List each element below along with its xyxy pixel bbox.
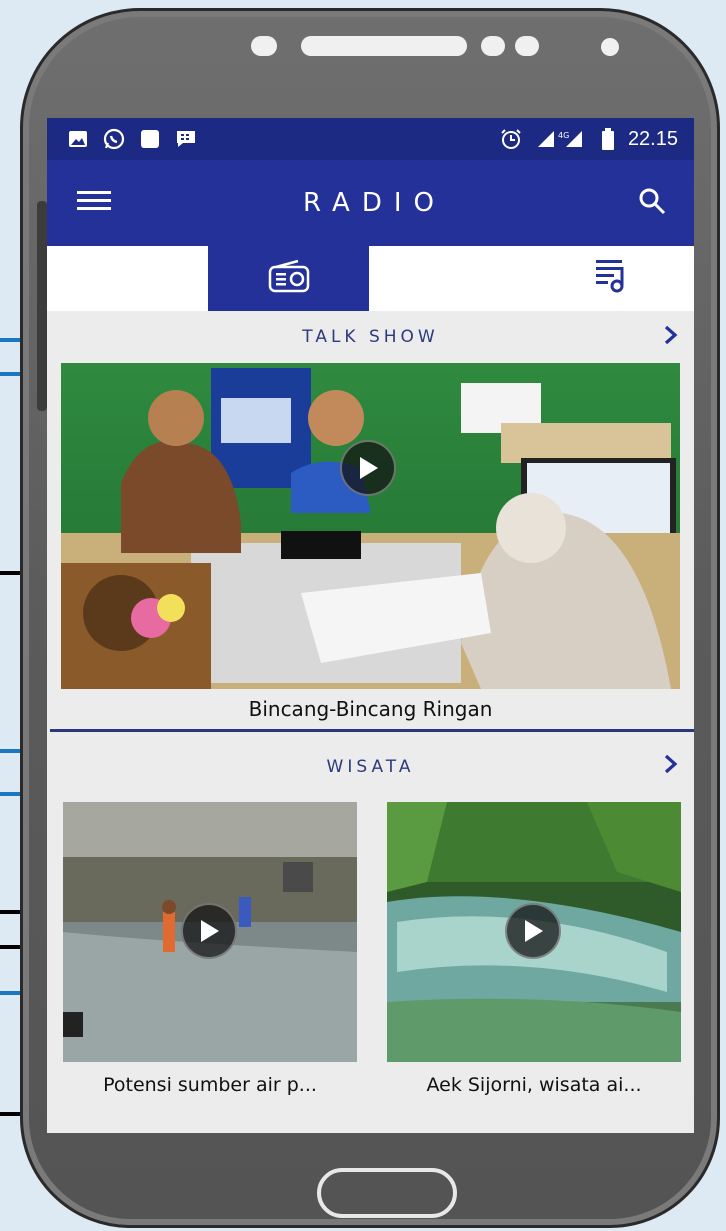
alarm-icon [500, 129, 522, 149]
section-header-talk-show[interactable]: TALK SHOW [47, 311, 694, 363]
tab-radio[interactable] [208, 246, 369, 311]
playlist-music-icon [595, 258, 626, 299]
phone-screen: 4G 22.15 RADIO TALK SHOW Bincang-Bincang… [47, 118, 694, 1133]
tab-playlist[interactable] [530, 246, 691, 311]
tab-blank[interactable] [369, 246, 530, 311]
side-button [37, 201, 47, 411]
home-button[interactable] [317, 1168, 457, 1218]
radio-icon [268, 259, 310, 298]
signal-icon: 4G [536, 129, 588, 149]
image-notification-icon [67, 129, 89, 149]
video-grid: Potensi sumber air p... Aek Sijorni, wis… [47, 802, 694, 1108]
video-thumbnail[interactable] [387, 802, 681, 1062]
search-icon[interactable] [638, 187, 666, 220]
video-card[interactable]: Potensi sumber air p... [63, 802, 357, 1108]
clock-time: 22.15 [627, 127, 678, 150]
battery-icon [601, 128, 614, 150]
section-header-wisata[interactable]: WISATA [47, 732, 694, 802]
blank-notification-icon [139, 129, 161, 149]
speaker-grille [301, 36, 467, 56]
svg-text:4G: 4G [558, 131, 569, 140]
app-bar: RADIO [47, 160, 694, 246]
chevron-right-icon[interactable] [664, 754, 678, 779]
section-title: WISATA [326, 757, 415, 777]
play-button[interactable] [181, 903, 237, 959]
play-button[interactable] [340, 440, 396, 496]
video-thumbnail[interactable] [63, 802, 357, 1062]
video-card[interactable]: Aek Sijorni, wisata ai... [387, 802, 681, 1108]
hamburger-menu-icon[interactable] [77, 189, 111, 218]
play-button[interactable] [505, 903, 561, 959]
whatsapp-icon [103, 128, 125, 150]
video-caption[interactable]: Bincang-Bincang Ringan [47, 689, 694, 729]
front-camera [251, 36, 277, 56]
sensor-dot [481, 36, 505, 56]
status-bar: 4G 22.15 [47, 118, 694, 160]
chevron-right-icon[interactable] [664, 325, 678, 350]
tab-bar [47, 246, 694, 311]
talk-show-photo [61, 363, 680, 689]
video-thumbnail[interactable] [61, 363, 680, 689]
tab-blank[interactable] [47, 246, 208, 311]
video-caption[interactable]: Potensi sumber air p... [63, 1062, 357, 1108]
sensor-dot [515, 36, 539, 56]
bbm-icon [175, 129, 197, 149]
page-title: RADIO [303, 188, 446, 218]
proximity-sensor [601, 38, 619, 56]
section-title: TALK SHOW [302, 327, 439, 347]
video-caption[interactable]: Aek Sijorni, wisata ai... [387, 1062, 681, 1108]
